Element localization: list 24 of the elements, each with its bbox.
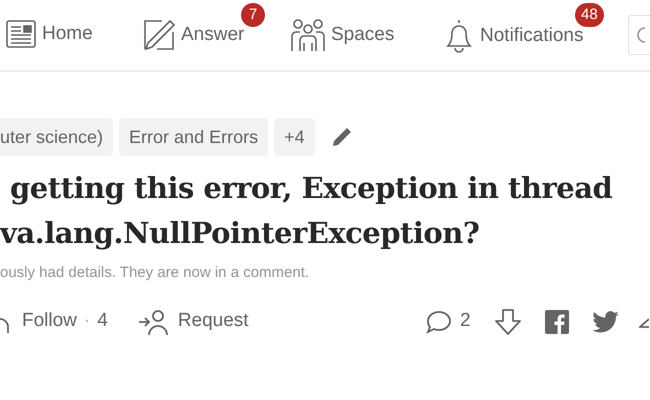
follow-button[interactable]: Follow · 4: [22, 307, 108, 336]
count-badge: 7: [241, 3, 265, 27]
count-badge: 48: [575, 3, 604, 27]
topic-tag[interactable]: Error and Errors: [119, 118, 268, 156]
people-group-icon: [290, 18, 326, 52]
search-icon: [635, 26, 645, 44]
speech-bubble-icon: [426, 310, 452, 334]
pencil-square-icon: [142, 18, 176, 52]
edit-pencil-icon[interactable]: [330, 126, 353, 148]
person-add-icon: [138, 308, 170, 334]
note-text: ously had details. They are now in a comment.: [0, 263, 310, 283]
search-field[interactable]: [628, 15, 650, 55]
facebook-icon[interactable]: [545, 310, 569, 334]
question-title: getting this error, Exception in thread: [9, 170, 612, 207]
topic-tag[interactable]: +4: [274, 118, 315, 156]
bird-icon[interactable]: [592, 310, 619, 332]
nav-item[interactable]: Home: [5, 18, 93, 50]
comment-button[interactable]: 2: [426, 307, 471, 336]
newspaper-icon: [5, 18, 37, 50]
nav-item[interactable]: Spaces: [290, 18, 394, 52]
topic-tag[interactable]: uter science): [0, 118, 114, 156]
bell-icon: [443, 18, 475, 54]
downvote-arrow-icon[interactable]: [493, 308, 523, 336]
request-button[interactable]: Request: [138, 307, 249, 336]
